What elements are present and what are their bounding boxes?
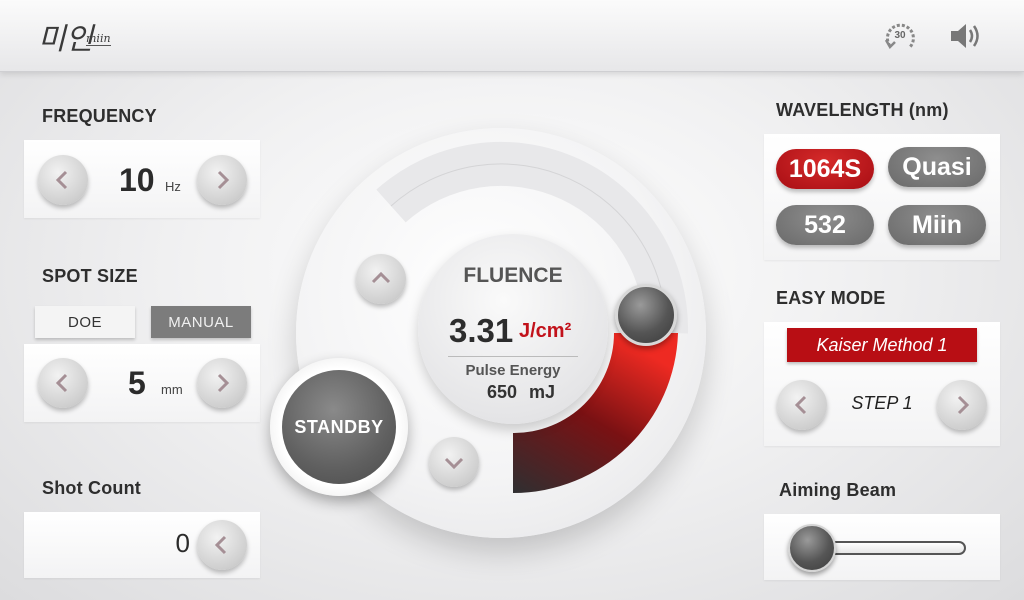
chevron-left-icon [55,170,68,190]
aiming-beam-slider-thumb[interactable] [788,524,836,572]
manual-mode-button[interactable]: MANUAL [151,306,251,338]
step-next-button[interactable] [937,380,987,430]
wavelength-title: WAVELENGTH (nm) [776,100,949,120]
shot-count-title: Shot Count [42,478,141,498]
top-bar: 미인 miin 30 [0,0,1024,72]
frequency-increase-button[interactable] [197,155,247,205]
doe-mode-button[interactable]: DOE [35,306,135,338]
brand-logo: 미인 miin [38,10,128,62]
chevron-left-icon [214,535,227,555]
chevron-left-icon [55,373,68,393]
frequency-decrease-button[interactable] [38,155,88,205]
pulse-energy-value: 650 [487,382,518,402]
chevron-left-icon [794,395,807,415]
fluence-label: FLUENCE [463,264,563,287]
chevron-right-icon [217,170,230,190]
aiming-beam-title: Aiming Beam [779,480,897,500]
fluence-value: 3.31 [449,312,514,349]
fluence-unit: J/cm² [519,320,572,342]
logo-wordmark: miin [86,32,111,46]
standby-button[interactable]: STANDBY [282,370,396,484]
pulse-energy-label: Pulse Energy [465,362,561,379]
fluence-divider [448,356,578,357]
step-previous-button[interactable] [777,380,827,430]
spot-size-unit: mm [161,382,183,397]
easy-mode-step: STEP 1 [851,393,913,413]
easy-mode-method-badge[interactable]: Kaiser Method 1 [787,328,977,362]
pulse-energy-unit: mJ [529,382,556,402]
wavelength-miin-button[interactable]: Miin [888,205,986,245]
fluence-dial-knob[interactable] [615,284,677,346]
logo-mark: 미인 [38,22,94,57]
chevron-right-icon [217,373,230,393]
wavelength-1064s-button[interactable]: 1064S [776,149,874,189]
chevron-up-icon [371,271,391,284]
chevron-down-icon [444,457,464,470]
shot-count-reset-button[interactable] [197,520,247,570]
spot-size-increase-button[interactable] [197,358,247,408]
wavelength-quasi-button[interactable]: Quasi [888,147,986,187]
timer-30-icon[interactable]: 30 [882,20,918,56]
speaker-icon[interactable] [948,20,984,52]
spot-size-value: 5 [128,365,146,401]
frequency-unit: Hz [165,179,181,194]
spot-size-title: SPOT SIZE [42,266,138,286]
fluence-up-button[interactable] [356,254,406,304]
frequency-value: 10 [119,162,155,198]
fluence-down-button[interactable] [429,437,479,487]
timer-label: 30 [894,30,906,41]
shot-count-value: 0 [175,528,190,558]
easy-mode-title: EASY MODE [776,288,886,308]
chevron-right-icon [957,395,970,415]
wavelength-532-button[interactable]: 532 [776,205,874,245]
spot-size-decrease-button[interactable] [38,358,88,408]
frequency-title: FREQUENCY [42,106,157,126]
